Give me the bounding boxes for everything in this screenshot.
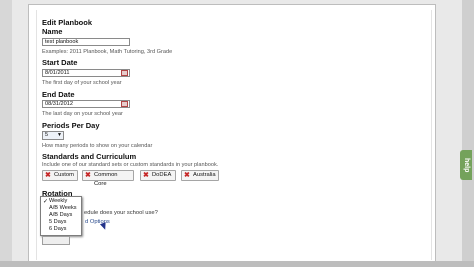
calendar-icon[interactable] — [121, 101, 128, 107]
chevron-down-icon: ▼ — [57, 132, 62, 138]
end-date-value: 08/31/2012 — [45, 101, 73, 107]
left-gutter — [0, 0, 12, 267]
close-icon: ✖ — [184, 172, 190, 179]
standard-dodea-button[interactable]: ✖ DoDEA — [140, 170, 176, 181]
standard-australia-button[interactable]: ✖ Australia — [181, 170, 219, 181]
standards-hint: Include one of our standard sets or cust… — [42, 162, 219, 168]
start-date-value: 8/01/2011 — [45, 70, 70, 76]
start-date-input[interactable]: 8/01/2011 — [42, 69, 130, 77]
end-date-hint: The last day on your school year — [42, 111, 123, 117]
close-icon: ✖ — [143, 172, 149, 179]
name-hint: Examples: 2011 Planbook, Math Tutoring, … — [42, 49, 173, 55]
rotation-option-5-days[interactable]: 5 Days — [49, 219, 66, 225]
periods-value: 5 — [45, 132, 49, 138]
start-date-hint: The first day of your school year — [42, 80, 122, 86]
rotation-option-ab-days[interactable]: A/B Days — [49, 212, 72, 218]
standard-common-core-button[interactable]: ✖ Common Core — [82, 170, 134, 187]
end-date-label: End Date — [42, 90, 75, 99]
help-tab[interactable]: help — [460, 150, 472, 180]
start-date-label: Start Date — [42, 58, 78, 67]
rotation-option-weekly[interactable]: Weekly — [49, 198, 67, 204]
periods-hint: How many periods to show on your calenda… — [42, 143, 153, 149]
save-button[interactable] — [42, 236, 70, 245]
close-icon: ✖ — [85, 172, 91, 179]
bottom-bar — [0, 261, 474, 267]
end-date-input[interactable]: 08/31/2012 — [42, 100, 130, 108]
calendar-icon[interactable] — [121, 70, 128, 76]
rotation-question: edule does your school use? — [84, 210, 158, 216]
periods-select[interactable]: 5 ▼ — [42, 131, 64, 140]
name-label: Name — [42, 27, 63, 36]
checkmark-icon: ✓ — [43, 199, 49, 205]
close-icon: ✖ — [45, 172, 51, 179]
name-input[interactable]: test planbook — [42, 38, 130, 46]
right-gutter — [462, 0, 474, 267]
rotation-option-ab-weeks[interactable]: A/B Weeks — [49, 205, 77, 211]
periods-label: Periods Per Day — [42, 121, 100, 130]
standard-custom-button[interactable]: ✖ Custom — [42, 170, 78, 181]
standards-label: Standards and Curriculum — [42, 152, 137, 161]
rotation-option-6-days[interactable]: 6 Days — [49, 226, 66, 232]
rotation-dropdown[interactable]: ✓ Weekly A/B Weeks A/B Days 5 Days 6 Day… — [40, 196, 82, 236]
page-title: Edit Planbook — [42, 18, 93, 27]
